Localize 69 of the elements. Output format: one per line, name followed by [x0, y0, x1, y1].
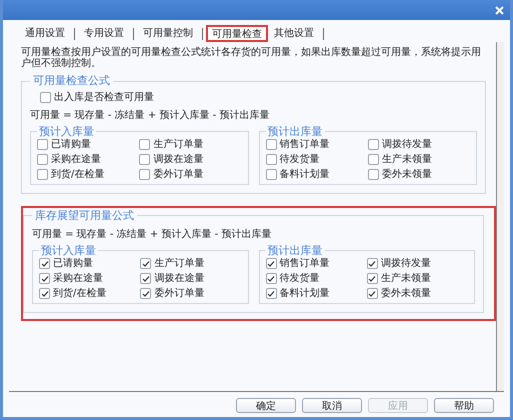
checkbox-option[interactable]: 生产订单量 — [140, 256, 242, 271]
checkbox-option[interactable]: 到货/在检量 — [39, 286, 140, 301]
checkbox[interactable] — [39, 288, 50, 299]
checkbox-option[interactable]: 已请购量 — [37, 136, 140, 152]
checkbox-option[interactable]: 委外订单量 — [140, 286, 242, 301]
checkbox[interactable] — [368, 138, 379, 150]
checkbox-option[interactable]: 销售订单量 — [266, 136, 368, 152]
checkbox[interactable] — [37, 168, 48, 180]
checkbox[interactable] — [366, 288, 378, 299]
checkbox-option[interactable]: 调拨待发量 — [366, 256, 468, 271]
checkbox[interactable] — [368, 154, 379, 164]
checkbox[interactable] — [266, 154, 276, 164]
checkbox-option[interactable]: 待发货量 — [266, 152, 368, 166]
checkbox-option[interactable]: 出入库是否检查可用量 — [40, 90, 477, 104]
scrollbar[interactable] — [496, 42, 504, 391]
checkbox-option[interactable]: 销售订单量 — [266, 256, 367, 271]
checkbox[interactable] — [140, 288, 152, 299]
checkbox[interactable] — [139, 168, 150, 180]
checkbox[interactable] — [266, 258, 276, 269]
checkbox-option[interactable]: 采购在途量 — [39, 271, 140, 286]
checkbox-option[interactable]: 委外订单量 — [139, 166, 242, 182]
formula-text: 可用量 = 现存量 - 冻结量 + 预计入库量 - 预计出库量 — [30, 108, 270, 122]
checkbox[interactable] — [266, 288, 276, 299]
checkbox-option[interactable]: 调拨在途量 — [139, 152, 242, 166]
checkbox[interactable] — [266, 273, 276, 284]
section-title: 库存展望可用量公式 — [34, 208, 135, 224]
checkbox[interactable] — [266, 168, 276, 180]
checkbox[interactable] — [140, 258, 152, 269]
checkbox-option[interactable]: 生产未领量 — [368, 152, 470, 166]
tab[interactable]: 可用量检查 — [206, 25, 268, 42]
checkbox-option[interactable]: 到货/在检量 — [37, 166, 140, 182]
checkbox-option[interactable]: 委外未领量 — [368, 166, 470, 182]
group-title: 预计入库量 — [38, 126, 95, 136]
checkbox[interactable] — [368, 168, 379, 180]
dialog-button[interactable]: 帮助 — [434, 398, 494, 413]
tab[interactable]: 通用设置 — [19, 25, 71, 42]
formula-text: 可用量 = 现存量 - 冻结量 + 预计入库量 - 预计出库量 — [32, 228, 272, 242]
checkbox-option[interactable]: 委外未领量 — [366, 286, 468, 301]
group-title: 预计出库量 — [266, 126, 324, 136]
checkbox[interactable] — [40, 92, 51, 102]
description-text: 可用量检查按用户设置的可用量检查公式统计各存货的可用量，如果出库数量超过可用量，系统将提示用户但不强制控制。 — [21, 47, 482, 69]
checkbox[interactable] — [140, 273, 152, 284]
checkbox-option[interactable]: 备料计划量 — [266, 286, 367, 301]
checkbox-option[interactable]: 采购在途量 — [37, 152, 140, 166]
checkbox-option[interactable]: 调拨待发量 — [368, 136, 470, 152]
checkbox-option[interactable]: 备料计划量 — [266, 166, 368, 182]
dialog-button[interactable]: 取消 — [302, 398, 362, 413]
checkbox[interactable] — [37, 154, 48, 164]
tab[interactable]: 专用设置 — [78, 25, 130, 42]
section-title: 可用量检查公式 — [32, 73, 111, 89]
checkbox-option[interactable]: 已请购量 — [39, 256, 140, 271]
checkbox-option[interactable]: 待发货量 — [266, 271, 367, 286]
checkbox-option[interactable]: 调拨在途量 — [140, 271, 242, 286]
checkbox[interactable] — [39, 273, 50, 284]
checkbox[interactable] — [39, 258, 50, 269]
checkbox[interactable] — [366, 273, 378, 284]
dialog-button[interactable]: 确定 — [236, 398, 296, 413]
checkbox[interactable] — [266, 138, 276, 150]
tab[interactable]: 可用量控制 — [137, 25, 199, 42]
group-title: 预计出库量 — [266, 245, 324, 256]
group-title: 预计入库量 — [40, 245, 97, 256]
checkbox[interactable] — [366, 258, 378, 269]
checkbox[interactable] — [139, 138, 150, 150]
close-icon[interactable] — [495, 6, 504, 14]
checkbox[interactable] — [139, 154, 150, 164]
checkbox-option[interactable]: 生产订单量 — [139, 136, 242, 152]
checkbox[interactable] — [37, 138, 48, 150]
tab[interactable]: 其他设置 — [268, 25, 320, 42]
checkbox-option[interactable]: 生产未领量 — [366, 271, 468, 286]
